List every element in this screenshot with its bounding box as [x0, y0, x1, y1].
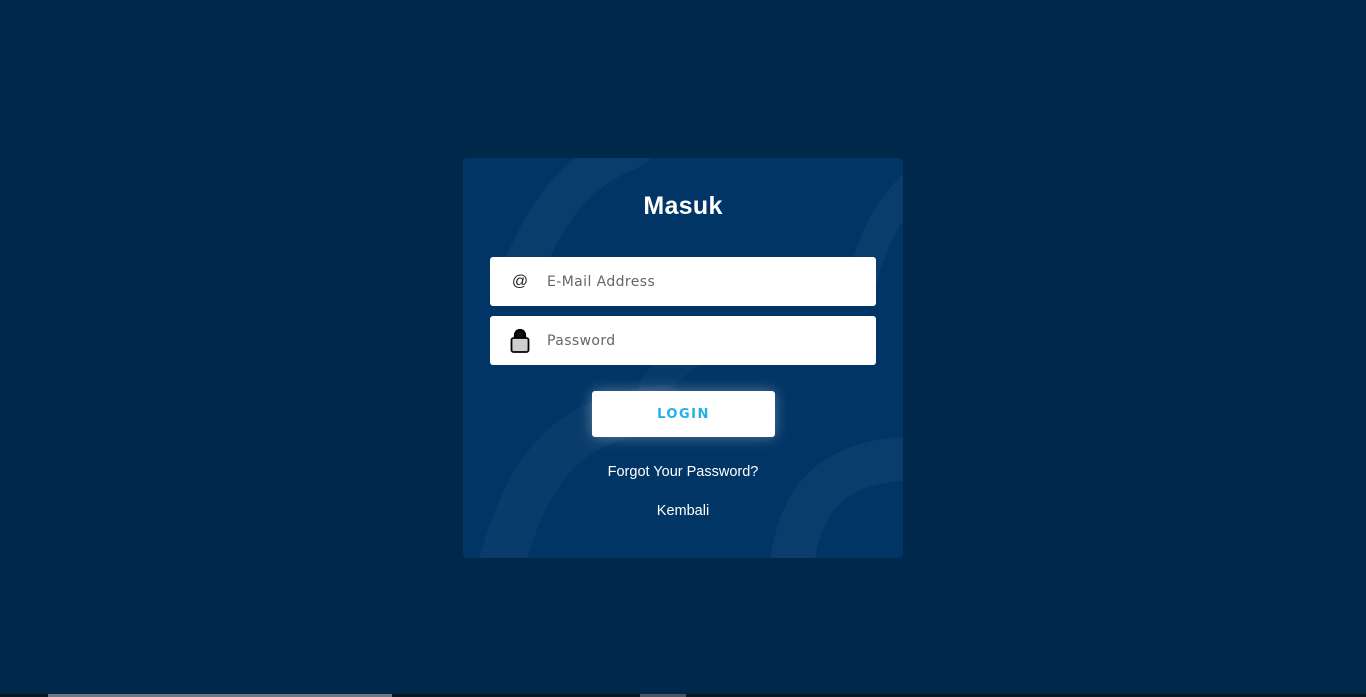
password-field[interactable]	[547, 316, 867, 365]
email-field-container: @	[490, 257, 876, 306]
page-title: Masuk	[643, 192, 723, 220]
password-field-container	[490, 316, 876, 365]
at-sign-icon: @	[511, 272, 529, 290]
email-field[interactable]	[547, 257, 867, 306]
forgot-password-link[interactable]: Forgot Your Password?	[463, 464, 903, 480]
padlock-icon	[510, 316, 530, 365]
login-card: Masuk @ LOGIN Forgot Your Password? Kemb…	[463, 158, 903, 558]
back-link[interactable]: Kembali	[463, 503, 903, 519]
login-button[interactable]: LOGIN	[592, 391, 775, 437]
